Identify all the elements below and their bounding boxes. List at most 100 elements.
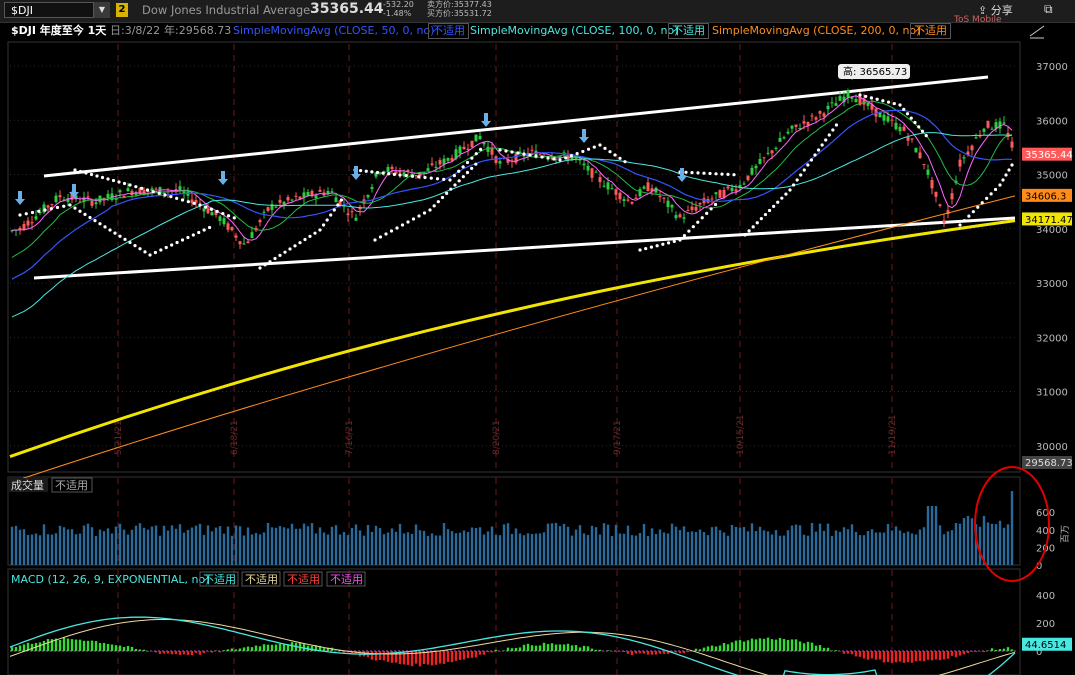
macd-histogram-bar (42, 640, 46, 651)
volume-bar (422, 530, 426, 565)
macd-histogram-bar (402, 651, 406, 665)
annotation-dot (700, 216, 704, 220)
volume-bar (302, 523, 306, 565)
volume-bar (210, 531, 214, 565)
macd-histogram-bar (166, 651, 170, 654)
macd-histogram-bar (94, 641, 98, 651)
price-tick-label: 35000 (1036, 171, 1068, 182)
candle-body (922, 164, 926, 166)
candle-body (846, 90, 850, 98)
volume-bar (34, 533, 38, 565)
macd-histogram-bar (226, 649, 230, 651)
volume-bar (786, 530, 790, 565)
macd-histogram-bar (210, 651, 214, 653)
annotation-dot (905, 112, 910, 116)
macd-histogram-bar (998, 649, 1002, 651)
macd-histogram-bar (702, 647, 706, 651)
annotation-dot (428, 208, 432, 212)
macd-histogram-bar (814, 645, 818, 651)
volume-bar (566, 526, 570, 565)
candle-body (890, 119, 894, 121)
overlay: ToS Mobile (953, 15, 1045, 39)
annotation-dot (522, 152, 526, 156)
macd-histogram-bar (562, 644, 566, 651)
candle-body (694, 206, 698, 211)
annotation-dot (411, 217, 416, 221)
annotation-dot (263, 263, 267, 267)
macd-histogram-bar (734, 640, 738, 651)
volume-bar (442, 523, 446, 565)
candle-body (86, 196, 90, 198)
annotation-dot (474, 162, 478, 166)
candle-body (1010, 141, 1014, 148)
macd-histogram-bar (138, 649, 142, 651)
annotation-dot (1007, 168, 1011, 172)
macd-histogram-bar (1006, 647, 1010, 651)
volume-bar (46, 534, 50, 565)
macd-title: MACD (12, 26, 9, EXPONENTIAL, no) (11, 573, 210, 586)
volume-bar (834, 530, 838, 565)
macd-histogram-bar (662, 651, 666, 654)
macd-signal-line (9, 619, 1016, 675)
volume-bar (482, 534, 486, 565)
volume-bar (806, 535, 810, 565)
candle-body (770, 150, 774, 154)
macd-histogram-bar (258, 646, 262, 651)
chart-canvas[interactable]: 5/21/21 6/18/21 7/16/21 8/20/21 9/17/21 10/15… (0, 0, 1075, 675)
annotation-dot (448, 178, 452, 182)
macd-histogram-bar (790, 639, 794, 651)
volume-bar (838, 531, 842, 565)
volume-bar (862, 535, 866, 565)
macd-histogram-bar (614, 651, 618, 652)
macd-histogram-bar (506, 647, 510, 651)
macd-histogram-bar (538, 645, 542, 651)
annotation-dot (461, 175, 465, 179)
macd-histogram-bar (994, 649, 998, 651)
macd-histogram-bar (202, 651, 206, 654)
volume-bar (430, 533, 434, 565)
volume-bar (910, 533, 914, 565)
macd-histogram-bar (450, 651, 454, 663)
macd-status: 不适用 (330, 573, 363, 586)
volume-bar (166, 530, 170, 565)
annotation-dot (138, 247, 142, 251)
candle-body (742, 183, 746, 185)
macd-histogram-bar (518, 647, 522, 651)
down-arrow-icon (351, 166, 361, 180)
volume-bar (358, 530, 362, 565)
macd-histogram-bar (218, 651, 222, 653)
annotation-dot (998, 183, 1002, 187)
volume-bar (534, 533, 538, 565)
macd-histogram-bar (182, 651, 186, 655)
annotation-dot (920, 129, 925, 133)
annotation-dot (678, 238, 682, 242)
annotation-dot (690, 171, 694, 175)
volume-bar (426, 535, 430, 565)
volume-bar (906, 531, 910, 565)
macd-histogram-bar (818, 645, 822, 651)
volume-bar (250, 534, 254, 565)
volume-bar (306, 526, 310, 565)
volume-bar (958, 523, 962, 565)
volume-bar (186, 529, 190, 565)
volume-bar (454, 533, 458, 565)
annotation-dot (117, 180, 121, 184)
macd-histogram-bar (722, 643, 726, 651)
annotation-dot (73, 168, 77, 172)
macd-histogram-bar (914, 651, 918, 662)
annotation-dot (339, 198, 344, 202)
candle-body (274, 206, 278, 208)
volume-bar (830, 535, 834, 565)
volume-bar (398, 523, 402, 565)
volume-bar (914, 534, 918, 565)
date-marker-label: 6/18/21 (230, 420, 240, 455)
volume-bar (518, 533, 522, 565)
lower-trendline (33, 216, 1016, 280)
volume-bar (762, 530, 766, 565)
annotation-dot (985, 196, 989, 200)
annotation-dot (666, 241, 671, 245)
date-marker-label: 5/21/21 (114, 420, 124, 455)
annotation-dot (134, 185, 138, 189)
macd-tick-label: 400 (1036, 591, 1055, 602)
volume-bar (450, 531, 454, 565)
